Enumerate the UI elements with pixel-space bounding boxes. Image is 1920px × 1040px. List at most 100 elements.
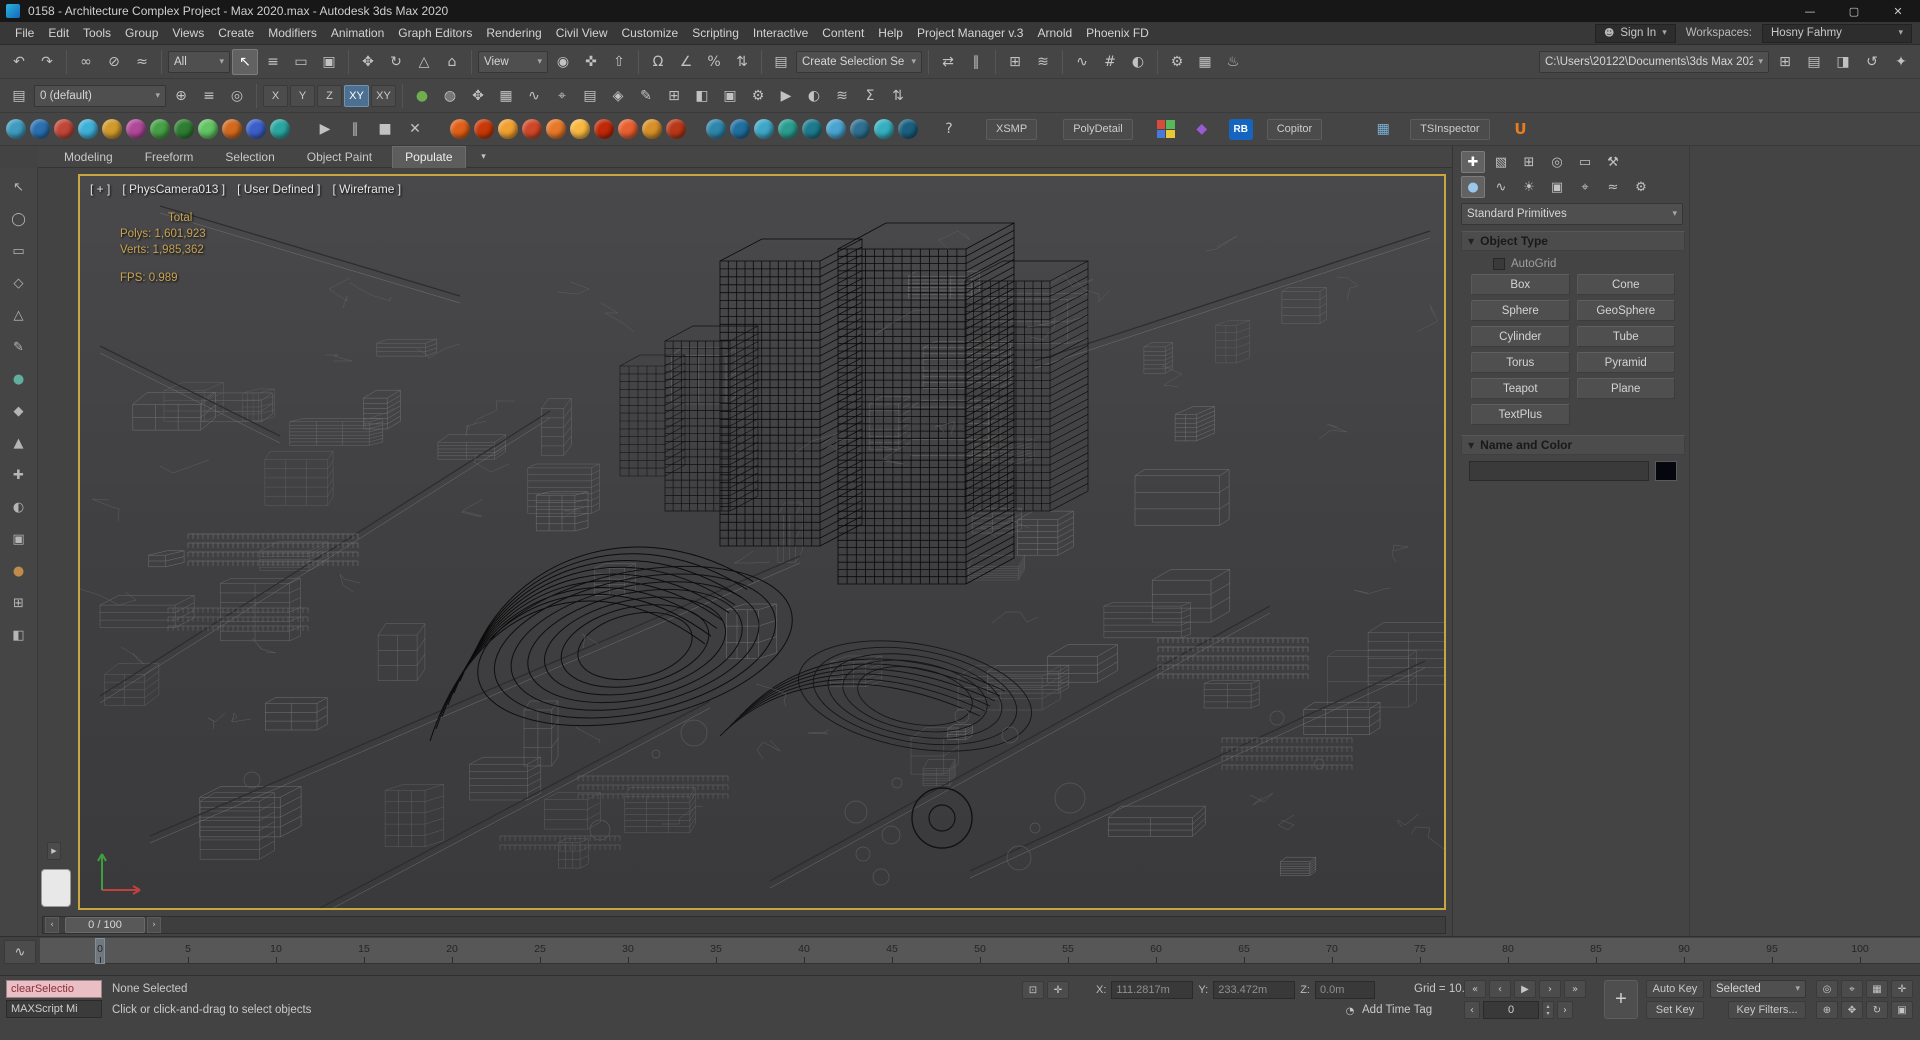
set-key-button[interactable]: Set Key xyxy=(1646,1001,1704,1019)
image-plugin-icon[interactable]: ▦ xyxy=(1370,116,1396,142)
macro-recorder-field[interactable]: clearSelectio xyxy=(6,980,102,998)
fluid-icon-4[interactable] xyxy=(778,119,798,139)
object-button-torus[interactable]: Torus xyxy=(1471,352,1570,373)
menu-help[interactable]: Help xyxy=(871,23,910,43)
isolate-selection-icon[interactable]: ◎ xyxy=(1816,980,1838,998)
sim-icon-9[interactable] xyxy=(642,119,662,139)
workspace-icon-4[interactable]: ↺ xyxy=(1859,49,1885,75)
left-icon-2[interactable]: ◯ xyxy=(7,208,31,230)
window-crossing-icon[interactable]: ▣ xyxy=(316,49,342,75)
x-coordinate-field[interactable]: 111.2817m xyxy=(1111,981,1193,999)
pause-plugin-icon[interactable]: ∥ xyxy=(342,116,368,142)
plugin-icon-4[interactable] xyxy=(78,119,98,139)
key-mode-dropdown[interactable]: Selected ▾ xyxy=(1710,980,1806,998)
reference-coordinate-dropdown[interactable]: View▾ xyxy=(478,51,548,73)
time-slider[interactable]: ‹ 0 / 100 › xyxy=(42,916,1446,934)
workspace-icon-2[interactable]: ▤ xyxy=(1801,49,1827,75)
render-production-icon[interactable]: ♨ xyxy=(1220,49,1246,75)
isolate-toggle-icon[interactable]: ◎ xyxy=(224,83,250,109)
menu-interactive[interactable]: Interactive xyxy=(746,23,815,43)
menu-project-manager-v-3[interactable]: Project Manager v.3 xyxy=(910,23,1031,43)
sign-in-button[interactable]: ☻ Sign In ▾ xyxy=(1595,24,1676,43)
plugin-icon-3[interactable] xyxy=(54,119,74,139)
toolbar2-icon-15[interactable]: ◐ xyxy=(801,83,827,109)
purple-plugin-icon[interactable]: ◆ xyxy=(1189,116,1215,142)
selection-filter-dropdown[interactable]: All▾ xyxy=(168,51,230,73)
menu-rendering[interactable]: Rendering xyxy=(479,23,548,43)
object-button-box[interactable]: Box xyxy=(1471,274,1570,295)
named-selection-dropdown[interactable]: Create Selection Se▾ xyxy=(796,51,922,73)
left-icon-5[interactable]: △ xyxy=(7,304,31,326)
menu-views[interactable]: Views xyxy=(165,23,211,43)
menu-create[interactable]: Create xyxy=(211,23,261,43)
select-object-icon[interactable]: ↖ xyxy=(232,49,258,75)
schematic-view-icon[interactable]: # xyxy=(1097,49,1123,75)
pan-icon[interactable]: ✥ xyxy=(1841,1001,1863,1019)
minimize-button[interactable]: — xyxy=(1788,0,1832,22)
close-button[interactable]: ✕ xyxy=(1876,0,1920,22)
left-icon-13[interactable]: ● xyxy=(7,560,31,582)
bind-to-spacewarp-icon[interactable]: ≈ xyxy=(129,49,155,75)
menu-graph-editors[interactable]: Graph Editors xyxy=(391,23,479,43)
left-icon-6[interactable]: ✎ xyxy=(7,336,31,358)
unlink-selection-icon[interactable]: ⊘ xyxy=(101,49,127,75)
layer-list-icon[interactable]: ≡ xyxy=(196,83,222,109)
toolbar2-icon-17[interactable]: Σ xyxy=(857,83,883,109)
left-icon-8[interactable]: ◆ xyxy=(7,400,31,422)
plugin-icon-11[interactable] xyxy=(246,119,266,139)
name-color-rollout-header[interactable]: ▼ Name and Color xyxy=(1461,435,1685,455)
menu-content[interactable]: Content xyxy=(815,23,871,43)
toolbar2-icon-2[interactable]: ◍ xyxy=(437,83,463,109)
sim-icon-1[interactable] xyxy=(450,119,470,139)
angle-snap-icon[interactable]: ∠ xyxy=(673,49,699,75)
toolbar2-icon-6[interactable]: ⌖ xyxy=(549,83,575,109)
select-by-name-icon[interactable]: ≡ xyxy=(260,49,286,75)
menu-file[interactable]: File xyxy=(8,23,41,43)
cameras-category-icon[interactable]: ▣ xyxy=(1545,176,1569,198)
sim-icon-2[interactable] xyxy=(474,119,494,139)
xsmp-button[interactable]: XSMP xyxy=(986,119,1037,140)
helpers-category-icon[interactable]: ⌖ xyxy=(1573,176,1597,198)
fluid-icon-6[interactable] xyxy=(826,119,846,139)
sim-icon-8[interactable] xyxy=(618,119,638,139)
snap-toggle-icon[interactable]: Ω xyxy=(645,49,671,75)
left-icon-1[interactable]: ↖ xyxy=(7,176,31,198)
toolbar2-icon-18[interactable]: ⇅ xyxy=(885,83,911,109)
menu-phoenix-fd[interactable]: Phoenix FD xyxy=(1079,23,1156,43)
layer-explorer-icon[interactable]: ≋ xyxy=(1030,49,1056,75)
scene-explorer-toggle-icon[interactable]: ▤ xyxy=(6,83,32,109)
plugin-icon-7[interactable] xyxy=(150,119,170,139)
sim-icon-10[interactable] xyxy=(666,119,686,139)
modify-tab-icon[interactable]: ▧ xyxy=(1489,151,1513,173)
left-icon-15[interactable]: ◧ xyxy=(7,624,31,646)
maximize-button[interactable]: ▢ xyxy=(1832,0,1876,22)
hierarchy-tab-icon[interactable]: ⊞ xyxy=(1517,151,1541,173)
wireframe-svg[interactable] xyxy=(80,176,1444,908)
z-coordinate-field[interactable]: 0.0m xyxy=(1315,981,1375,999)
mirror-icon[interactable]: ⇄ xyxy=(935,49,961,75)
toolbar2-icon-9[interactable]: ✎ xyxy=(633,83,659,109)
display-tab-icon[interactable]: ▭ xyxy=(1573,151,1597,173)
polydetail-button[interactable]: PolyDetail xyxy=(1063,119,1133,140)
viewport-pov-menu[interactable]: [ PhysCamera013 ] xyxy=(122,182,225,196)
autogrid-checkbox[interactable] xyxy=(1493,258,1505,270)
toolbar2-icon-1[interactable]: ● xyxy=(409,83,435,109)
go-to-end-button[interactable]: » xyxy=(1564,980,1586,998)
auto-key-button[interactable]: Auto Key xyxy=(1646,980,1704,998)
viewport-layout-tab[interactable] xyxy=(41,869,71,907)
render-setup-icon[interactable]: ⚙ xyxy=(1164,49,1190,75)
sim-icon-4[interactable] xyxy=(522,119,542,139)
select-move-icon[interactable]: ✥ xyxy=(355,49,381,75)
select-scale-icon[interactable]: △ xyxy=(411,49,437,75)
object-button-tube[interactable]: Tube xyxy=(1577,326,1676,347)
ribbon-tab-object-paint[interactable]: Object Paint xyxy=(295,146,384,168)
orbit-icon[interactable]: ↻ xyxy=(1866,1001,1888,1019)
toolbar2-icon-4[interactable]: ▦ xyxy=(493,83,519,109)
fluid-icon-8[interactable] xyxy=(874,119,894,139)
restrict-plane-button[interactable]: XY xyxy=(371,85,396,107)
object-button-sphere[interactable]: Sphere xyxy=(1471,300,1570,321)
project-folder-dropdown[interactable]: C:\Users\20122\Documents\3ds Max 2020▾ xyxy=(1539,51,1769,73)
menu-edit[interactable]: Edit xyxy=(41,23,76,43)
geometry-category-icon[interactable]: ● xyxy=(1461,176,1485,198)
viewport-shading-menu[interactable]: [ Wireframe ] xyxy=(332,182,401,196)
